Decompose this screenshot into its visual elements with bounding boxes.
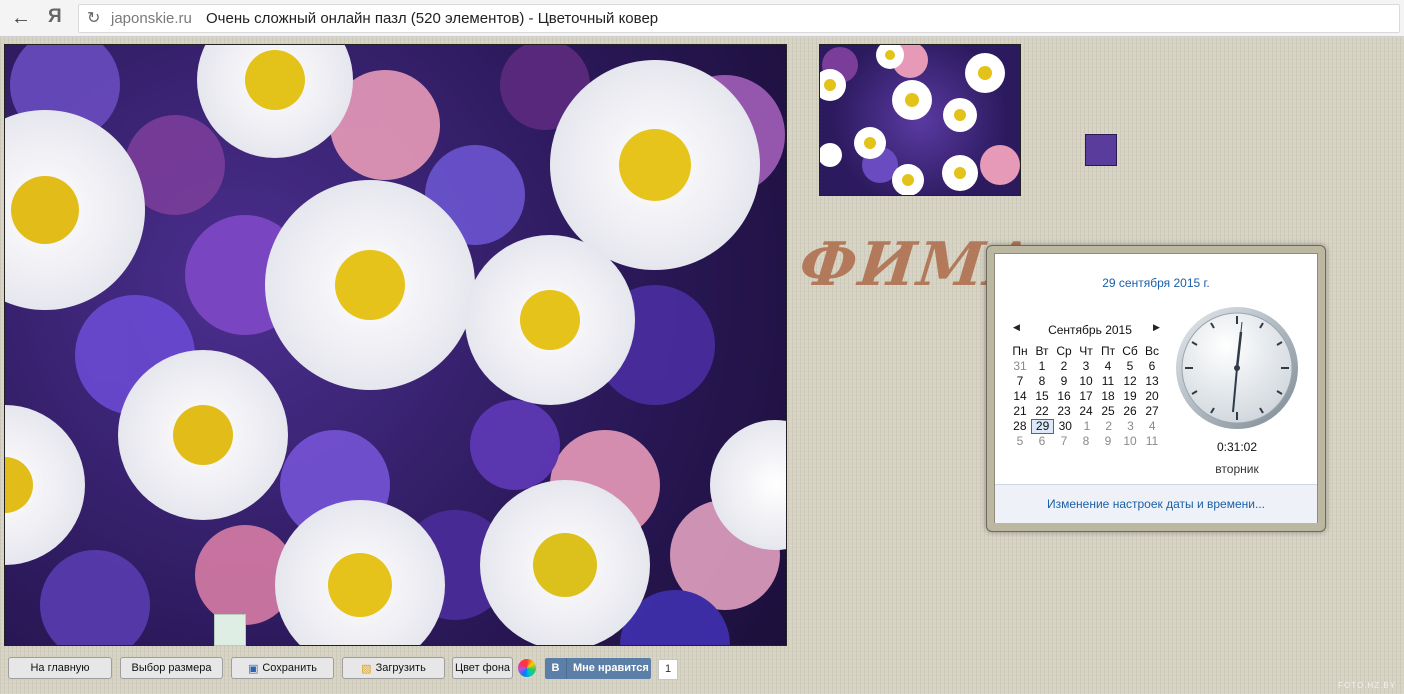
calendar-day[interactable]: 18 [1097, 389, 1119, 404]
flower-image [5, 45, 786, 645]
color-wheel-icon[interactable] [518, 659, 536, 677]
load-button[interactable]: ▧ Загрузить [342, 657, 445, 679]
calendar-day[interactable]: 6 [1141, 359, 1163, 374]
floppy-disk-icon: ▣ [247, 662, 259, 675]
calendar-day[interactable]: 25 [1097, 404, 1119, 419]
weekday-label: Вт [1035, 344, 1049, 358]
calendar-day[interactable]: 5 [1119, 359, 1141, 374]
calendar-day[interactable]: 1 [1031, 359, 1053, 374]
calendar-day[interactable]: 8 [1075, 434, 1097, 449]
calendar-day[interactable]: 1 [1076, 419, 1098, 434]
background-color-label: Цвет фона [454, 662, 511, 674]
calendar-day[interactable]: 8 [1031, 374, 1053, 389]
save-button-label: Сохранить [262, 662, 318, 674]
calendar-day[interactable]: 6 [1031, 434, 1053, 449]
calendar-clock-flyout: 29 сентября 2015 г. ◀ Сентябрь 2015 ▶ Пн… [986, 245, 1326, 532]
calendar-week-row: 28 29 30 1 2 3 4 [1009, 419, 1163, 434]
vk-like-button[interactable]: В Мне нравится [545, 658, 651, 679]
calendar-day[interactable]: 9 [1053, 374, 1075, 389]
weekday-label: Вс [1144, 344, 1159, 358]
calendar-week-row: 21 22 23 24 25 26 27 [1009, 404, 1163, 419]
digital-time: 0:31:02 [1216, 440, 1258, 454]
calendar-day[interactable]: 10 [1075, 374, 1097, 389]
save-button[interactable]: ▣ Сохранить [231, 657, 334, 679]
date-time-settings-link[interactable]: Изменение настроек даты и времени... [995, 497, 1317, 511]
calendar-day[interactable]: 10 [1119, 434, 1141, 449]
calendar-day[interactable]: 14 [1009, 389, 1031, 404]
calendar-day[interactable]: 24 [1075, 404, 1097, 419]
calendar-day[interactable]: 5 [1009, 434, 1031, 449]
calendar-day[interactable]: 19 [1119, 389, 1141, 404]
calendar-day[interactable]: 31 [1009, 359, 1031, 374]
reload-icon[interactable]: ↻ [87, 8, 100, 28]
calendar-week-row: 7 8 9 10 11 12 13 [1009, 374, 1163, 389]
weekday-label: Пт [1100, 344, 1116, 358]
load-button-label: Загрузить [375, 662, 426, 674]
calendar-week-row: 31 1 2 3 4 5 6 [1009, 359, 1163, 374]
home-button[interactable]: На главную [8, 657, 112, 679]
size-select-button-label: Выбор размера [131, 662, 212, 674]
calendar-day[interactable]: 4 [1097, 359, 1119, 374]
weekday-label: Ср [1056, 344, 1072, 358]
calendar-day[interactable]: 11 [1141, 434, 1163, 449]
background-color-button[interactable]: Цвет фона [452, 657, 513, 679]
calendar-day[interactable]: 21 [1009, 404, 1031, 419]
analog-clock-icon [1176, 307, 1298, 429]
page-title: Очень сложный онлайн пазл (520 элементов… [206, 10, 659, 27]
weekday-label: Чт [1079, 344, 1093, 358]
calendar-month-label[interactable]: Сентябрь 2015 [1035, 323, 1145, 337]
yandex-logo[interactable]: Я [48, 6, 62, 28]
calendar-weekday-row: Пн Вт Ср Чт Пт Сб Вс [1009, 344, 1163, 359]
vk-logo-icon: В [545, 658, 567, 679]
calendar-day[interactable]: 7 [1009, 374, 1031, 389]
calendar-day[interactable]: 13 [1141, 374, 1163, 389]
calendar-week-row: 5 6 7 8 9 10 11 [1009, 434, 1163, 449]
calendar-week-row: 14 15 16 17 18 19 20 [1009, 389, 1163, 404]
back-arrow-icon[interactable]: ← [10, 7, 32, 29]
calendar-day[interactable]: 11 [1097, 374, 1119, 389]
calendar-day[interactable]: 23 [1053, 404, 1075, 419]
calendar-day[interactable]: 20 [1141, 389, 1163, 404]
calendar-day[interactable]: 30 [1054, 419, 1076, 434]
calendar-day-today[interactable]: 29 [1030, 419, 1055, 434]
calendar-day[interactable]: 12 [1119, 374, 1141, 389]
puzzle-piece[interactable] [1085, 134, 1117, 166]
calendar-day[interactable]: 16 [1053, 389, 1075, 404]
url-domain: japonskie.ru [111, 10, 192, 27]
prev-month-arrow-icon[interactable]: ◀ [1013, 322, 1020, 333]
calendar-day[interactable]: 7 [1053, 434, 1075, 449]
puzzle-preview-image [819, 44, 1021, 196]
calendar-day[interactable]: 26 [1119, 404, 1141, 419]
folder-icon: ▧ [361, 662, 372, 675]
calendar-day[interactable]: 3 [1075, 359, 1097, 374]
calendar-panel: 29 сентября 2015 г. ◀ Сентябрь 2015 ▶ Пн… [994, 253, 1318, 523]
home-button-label: На главную [30, 662, 90, 674]
like-count: 1 [658, 659, 678, 680]
calendar-day[interactable]: 28 [1009, 419, 1031, 434]
puzzle-board[interactable] [4, 44, 787, 646]
calendar-day[interactable]: 2 [1098, 419, 1120, 434]
calendar-day[interactable]: 4 [1141, 419, 1163, 434]
size-select-button[interactable]: Выбор размера [120, 657, 223, 679]
calendar-day[interactable]: 9 [1097, 434, 1119, 449]
current-weekday: вторник [1215, 462, 1259, 476]
weekday-label: Сб [1122, 344, 1138, 358]
calendar-day[interactable]: 27 [1141, 404, 1163, 419]
calendar-day[interactable]: 3 [1120, 419, 1142, 434]
calendar-day[interactable]: 15 [1031, 389, 1053, 404]
next-month-arrow-icon[interactable]: ▶ [1153, 322, 1160, 333]
address-bar[interactable]: ↻ japonskie.ru Очень сложный онлайн пазл… [78, 4, 1400, 33]
weekday-label: Пн [1012, 344, 1028, 358]
vk-like-label: Мне нравится [573, 662, 649, 674]
calendar-day[interactable]: 22 [1031, 404, 1053, 419]
puzzle-piece[interactable] [214, 614, 246, 646]
calendar-day[interactable]: 17 [1075, 389, 1097, 404]
calendar-date-header[interactable]: 29 сентября 2015 г. [995, 276, 1317, 290]
watermark: FOTO.HZ.BY [1338, 681, 1396, 690]
browser-toolbar: ← Я ↻ japonskie.ru Очень сложный онлайн … [0, 0, 1404, 37]
calendar-day[interactable]: 2 [1053, 359, 1075, 374]
calendar-footer: Изменение настроек даты и времени... [995, 484, 1317, 523]
calendar-grid: Пн Вт Ср Чт Пт Сб Вс 31 1 2 3 4 5 6 7 8 … [1009, 344, 1163, 449]
